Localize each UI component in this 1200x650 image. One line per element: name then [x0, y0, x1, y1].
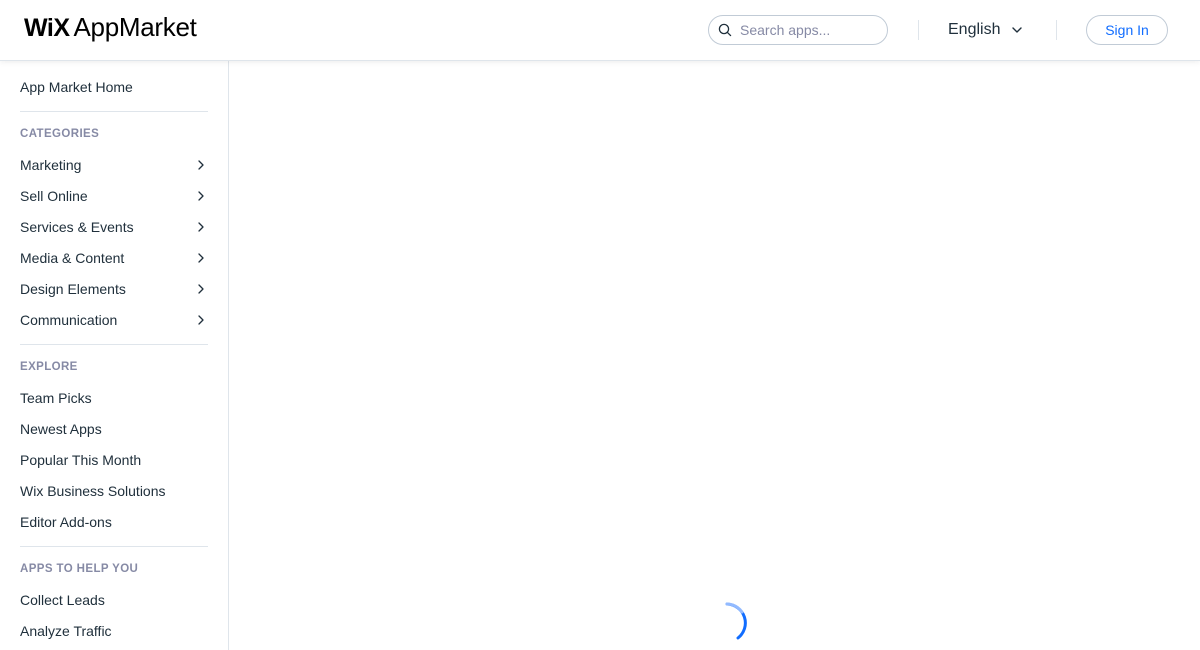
sidebar-item-sell-online[interactable]: Sell Online: [20, 185, 208, 207]
chevron-right-icon: [198, 253, 204, 263]
sidebar-item-label: Collect Leads: [20, 592, 105, 608]
sidebar-item-analyze-traffic[interactable]: Analyze Traffic: [20, 620, 208, 642]
language-label: English: [948, 21, 1001, 38]
sidebar-item-label: Newest Apps: [20, 421, 102, 437]
sidebar-item-marketing[interactable]: Marketing: [20, 154, 208, 176]
sidebar-item-label: Team Picks: [20, 390, 92, 406]
chevron-right-icon: [198, 160, 204, 170]
sidebar-item-editor-add-ons[interactable]: Editor Add-ons: [20, 511, 208, 533]
sidebar-item-media-content[interactable]: Media & Content: [20, 247, 208, 269]
sidebar-item-label: Popular This Month: [20, 452, 142, 468]
search-icon: [718, 23, 732, 37]
loading-spinner-icon: [725, 602, 747, 640]
sidebar-item-label: Analyze Traffic: [20, 623, 112, 639]
wix-app-market-logo[interactable]: WiX AppMarket: [24, 12, 197, 43]
sidebar-divider: [20, 546, 208, 547]
sidebar-item-services-events[interactable]: Services & Events: [20, 216, 208, 238]
sidebar-item-wix-business-solutions[interactable]: Wix Business Solutions: [20, 480, 208, 502]
sidebar-divider: [20, 111, 208, 112]
header-divider: [918, 20, 919, 40]
apps-to-help-you-heading: APPS TO HELP YOU: [20, 563, 139, 575]
sidebar-item-label: Marketing: [20, 157, 82, 173]
categories-heading: CATEGORIES: [20, 128, 100, 140]
logo-app-market-text: AppMarket: [73, 12, 197, 42]
sidebar-item-design-elements[interactable]: Design Elements: [20, 278, 208, 300]
sidebar-item-communication[interactable]: Communication: [20, 309, 208, 331]
sign-in-button[interactable]: Sign In: [1086, 15, 1168, 45]
sidebar-item-label: Services & Events: [20, 219, 134, 235]
explore-heading: EXPLORE: [20, 361, 78, 373]
main-content: [230, 61, 1200, 650]
chevron-right-icon: [198, 222, 204, 232]
sidebar-divider: [20, 344, 208, 345]
search-input[interactable]: [740, 22, 880, 38]
sidebar-item-label: Editor Add-ons: [20, 514, 112, 530]
chevron-down-icon: [1012, 27, 1023, 33]
sidebar-item-label: Design Elements: [20, 281, 126, 297]
sidebar-item-label: Wix Business Solutions: [20, 483, 166, 499]
sidebar-item-label: Communication: [20, 312, 118, 328]
sidebar: App Market Home CATEGORIES Marketing Sel…: [0, 61, 229, 650]
chevron-right-icon: [198, 284, 204, 294]
logo-wix-text: WiX: [24, 14, 70, 42]
header-divider: [1056, 20, 1057, 40]
sidebar-item-label: Sell Online: [20, 188, 88, 204]
sidebar-item-newest-apps[interactable]: Newest Apps: [20, 418, 208, 440]
search-box[interactable]: [708, 15, 888, 45]
sidebar-item-team-picks[interactable]: Team Picks: [20, 387, 208, 409]
chevron-right-icon: [198, 315, 204, 325]
top-header: WiX AppMarket English Sign In: [0, 0, 1200, 61]
sidebar-item-popular-this-month[interactable]: Popular This Month: [20, 449, 208, 471]
language-selector[interactable]: English: [948, 18, 1023, 42]
chevron-right-icon: [198, 191, 204, 201]
sidebar-item-collect-leads[interactable]: Collect Leads: [20, 589, 208, 611]
sidebar-item-app-market-home[interactable]: App Market Home: [20, 79, 133, 95]
sidebar-item-label: Media & Content: [20, 250, 125, 266]
